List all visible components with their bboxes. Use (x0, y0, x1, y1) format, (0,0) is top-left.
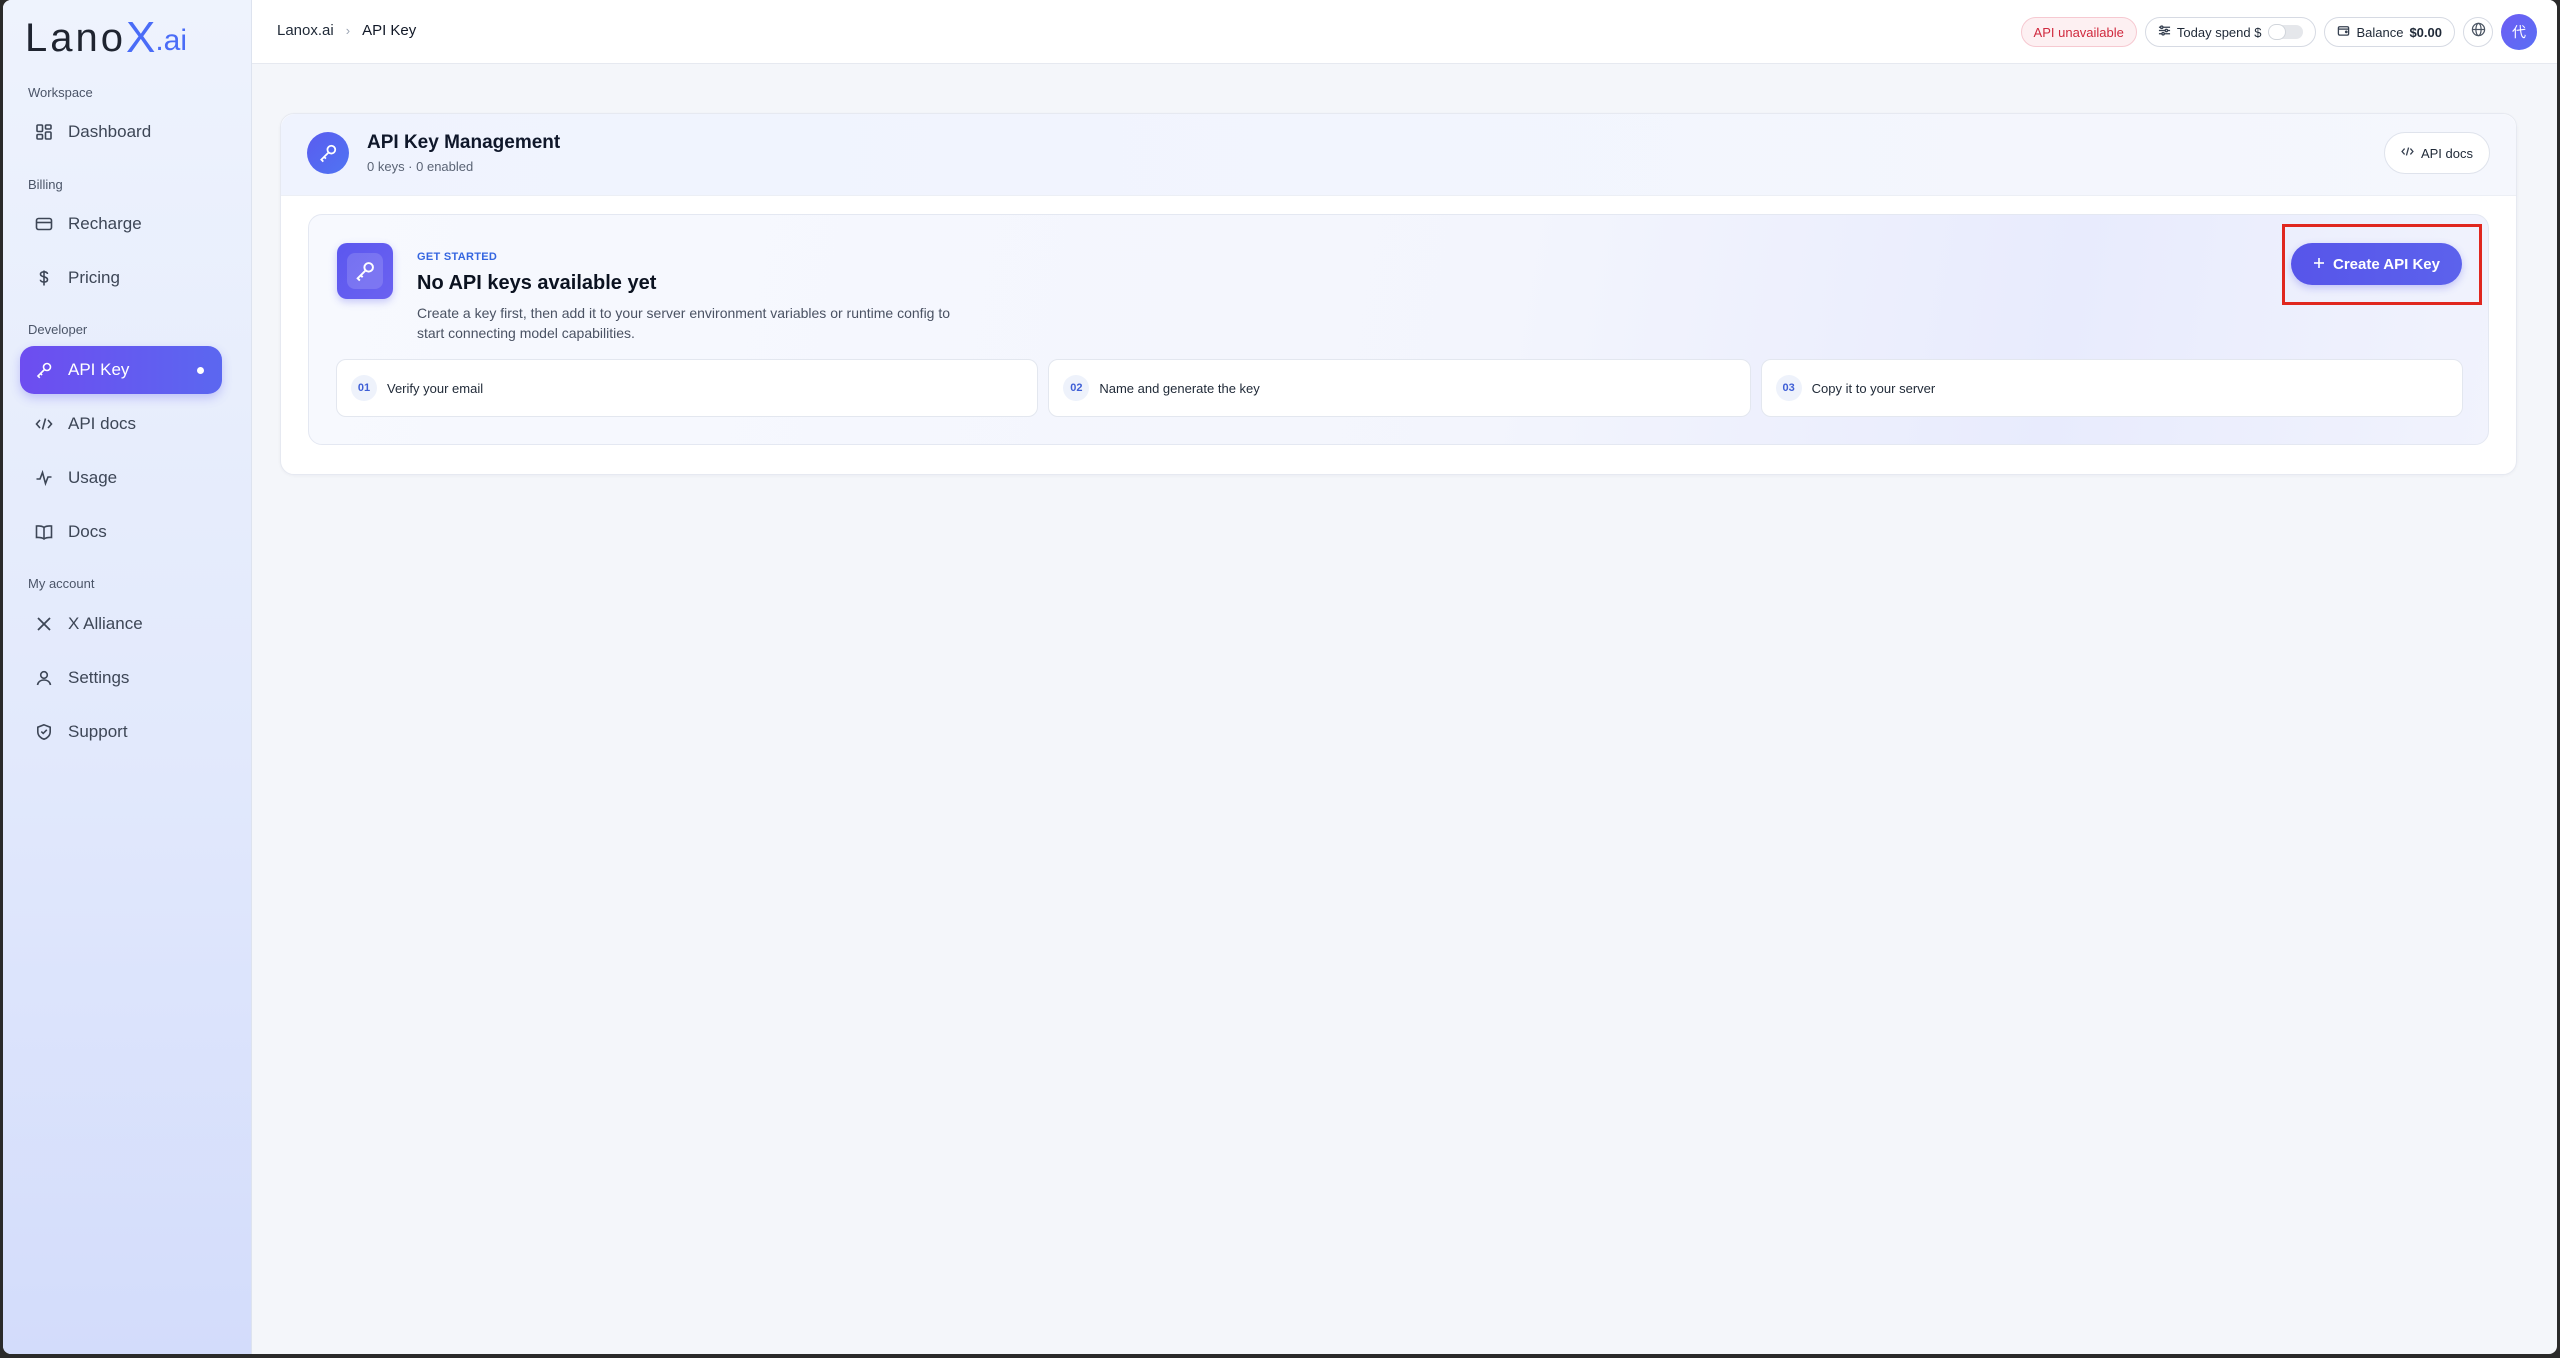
onboarding-steps: 01 Verify your email 02 Name and generat… (336, 359, 2463, 417)
api-docs-button[interactable]: API docs (2383, 132, 2490, 174)
activity-icon (34, 468, 54, 488)
section-billing: Billing (28, 177, 63, 192)
today-spend-pill[interactable]: Today spend $ (2144, 17, 2317, 47)
wallet-icon (2337, 24, 2350, 40)
globe-icon (2471, 22, 2486, 42)
sidebar-item-api-key[interactable]: API Key (20, 346, 222, 394)
language-button[interactable] (2463, 17, 2493, 47)
sidebar-item-label: API docs (68, 414, 137, 433)
code-icon (34, 414, 54, 434)
sidebar-item-x-alliance[interactable]: X Alliance (20, 600, 222, 648)
sliders-icon (2158, 24, 2171, 40)
sidebar-item-usage[interactable]: Usage (20, 454, 222, 502)
shield-icon (34, 722, 54, 742)
key-icon (337, 243, 393, 299)
brand-x: X (125, 13, 156, 62)
x-icon (34, 614, 54, 634)
empty-state-title: No API keys available yet (417, 272, 657, 294)
breadcrumb-current: API Key (362, 22, 417, 39)
api-status-badge[interactable]: API unavailable (2020, 17, 2137, 47)
step-label: Copy it to your server (1811, 380, 1936, 396)
key-icon (307, 132, 349, 174)
api-key-card: API Key Management 0 keys · 0 enabled AP… (280, 113, 2517, 475)
section-workspace: Workspace (28, 85, 93, 100)
user-icon (34, 668, 54, 688)
code-icon (2401, 145, 2414, 161)
sidebar-item-label: X Alliance (68, 614, 143, 633)
step-number: 01 (351, 375, 377, 401)
sidebar-item-label: API Key (68, 360, 130, 379)
plus-icon (2313, 256, 2325, 273)
today-spend-toggle[interactable] (2269, 25, 2304, 39)
avatar[interactable]: 代 (2501, 14, 2537, 50)
empty-state-panel: GET STARTED No API keys available yet Cr… (308, 214, 2489, 445)
grid-icon (34, 122, 54, 142)
brand-name: Lano (25, 16, 126, 60)
section-my-account: My account (28, 576, 95, 591)
sidebar-item-settings[interactable]: Settings (20, 654, 222, 702)
create-api-key-label: Create API Key (2333, 255, 2440, 273)
breadcrumb: Lanox.ai › API Key (277, 22, 416, 39)
sidebar-item-label: Docs (68, 522, 107, 541)
breadcrumb-root[interactable]: Lanox.ai (277, 22, 334, 39)
sidebar-item-dashboard[interactable]: Dashboard (20, 108, 222, 156)
sidebar-item-label: Recharge (68, 214, 142, 233)
create-api-key-button[interactable]: Create API Key (2291, 243, 2462, 285)
page-title: API Key Management (367, 132, 561, 153)
step-item: 01 Verify your email (336, 359, 1039, 417)
active-indicator-dot (197, 366, 204, 374)
api-status-text: API unavailable (2033, 24, 2124, 40)
app-window: Lano X .ai Workspace Dashboard Billing R… (3, 0, 2557, 1354)
step-item: 03 Copy it to your server (1760, 359, 2463, 417)
book-icon (34, 522, 54, 542)
brand-logo[interactable]: Lano X .ai (25, 13, 188, 62)
sidebar-item-label: Pricing (68, 268, 120, 287)
topbar: Lanox.ai › API Key API unavailable Today… (252, 0, 2557, 64)
balance-label: Balance (2356, 24, 2404, 40)
step-number: 03 (1775, 375, 1802, 401)
key-icon (34, 360, 54, 380)
topbar-actions: API unavailable Today spend $ Balance $0… (2020, 14, 2537, 50)
balance-pill[interactable]: Balance $0.00 (2324, 17, 2455, 47)
card-icon (34, 214, 54, 234)
eyebrow-label: GET STARTED (417, 251, 498, 263)
card-header: API Key Management 0 keys · 0 enabled AP… (281, 114, 2516, 196)
key-count-summary: 0 keys · 0 enabled (367, 159, 474, 174)
empty-state-description: Create a key first, then add it to your … (417, 305, 951, 341)
sidebar-item-recharge[interactable]: Recharge (20, 200, 222, 248)
dollar-icon (34, 268, 54, 288)
step-item: 02 Name and generate the key (1048, 359, 1751, 417)
main-area: Lanox.ai › API Key API unavailable Today… (252, 0, 2557, 1354)
sidebar-item-label: Settings (68, 668, 130, 687)
sidebar-item-label: Dashboard (68, 122, 152, 141)
breadcrumb-separator: › (345, 23, 351, 38)
today-spend-label: Today spend $ (2176, 24, 2262, 40)
brand-suffix: .ai (155, 24, 188, 57)
step-label: Name and generate the key (1099, 380, 1260, 396)
sidebar-item-support[interactable]: Support (20, 708, 222, 756)
sidebar-item-docs[interactable]: Docs (20, 508, 222, 556)
sidebar-item-pricing[interactable]: Pricing (20, 254, 222, 302)
sidebar-item-api-docs[interactable]: API docs (20, 400, 222, 448)
sidebar-item-label: Usage (68, 468, 118, 487)
section-developer: Developer (28, 322, 88, 337)
step-number: 02 (1063, 375, 1090, 401)
api-docs-label: API docs (2420, 145, 2473, 161)
sidebar-item-label: Support (68, 722, 128, 741)
sidebar: Lano X .ai Workspace Dashboard Billing R… (3, 0, 252, 1354)
balance-value: $0.00 (2409, 24, 2442, 40)
step-label: Verify your email (387, 380, 484, 396)
key-icon-tile (347, 253, 383, 289)
